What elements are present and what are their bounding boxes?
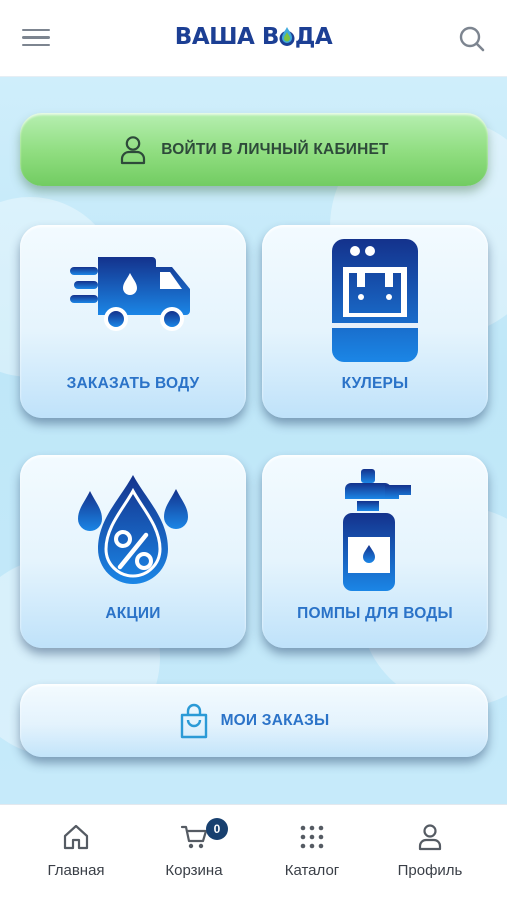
tile-order-water[interactable]: ЗАКАЗАТЬ ВОДУ <box>20 225 246 418</box>
profile-icon <box>418 824 442 851</box>
tile-coolers[interactable]: КУЛЕРЫ <box>262 225 488 418</box>
cart-count-badge: 0 <box>206 818 228 840</box>
search-icon[interactable] <box>458 25 486 53</box>
tab-profile-label: Профиль <box>397 862 463 879</box>
tile-promotions[interactable]: АКЦИИ <box>20 455 246 648</box>
logo-text-right: ДА <box>294 24 333 50</box>
tab-catalog[interactable]: Каталог <box>252 805 372 900</box>
tile-water-pumps[interactable]: ПОМПЫ ДЛЯ ВОДЫ <box>262 455 488 648</box>
delivery-truck-icon <box>70 257 190 331</box>
percent-drop-icon <box>78 475 188 584</box>
tile-coolers-label: КУЛЕРЫ <box>341 375 409 392</box>
user-icon <box>121 135 146 164</box>
login-button[interactable]: ВОЙТИ В ЛИЧНЫЙ КАБИНЕТ <box>20 113 488 186</box>
main-content: ВОЙТИ В ЛИЧНЫЙ КАБИНЕТ ЗАКАЗАТЬ ВОДУ КУЛ… <box>0 77 507 804</box>
tab-catalog-label: Каталог <box>284 862 340 879</box>
tab-home[interactable]: Главная <box>16 805 136 900</box>
cart-icon <box>180 825 208 849</box>
tile-promotions-label: АКЦИИ <box>105 605 161 622</box>
water-pump-icon <box>343 469 411 591</box>
my-orders-button[interactable]: МОИ ЗАКАЗЫ <box>20 684 488 757</box>
tab-profile[interactable]: Профиль <box>370 805 490 900</box>
water-cooler-icon <box>332 239 418 362</box>
bottom-tab-bar: Главная 0 Корзина Каталог Профиль <box>0 804 507 900</box>
home-icon <box>63 824 89 850</box>
my-orders-label: МОИ ЗАКАЗЫ <box>220 711 330 729</box>
grid-dots-icon <box>300 825 324 849</box>
tile-order-water-label: ЗАКАЗАТЬ ВОДУ <box>66 375 200 392</box>
tab-home-label: Главная <box>47 862 105 879</box>
shopping-bag-icon <box>180 703 207 738</box>
tab-cart-label: Корзина <box>165 862 223 879</box>
brand-logo: ВАША В ДА <box>0 24 507 50</box>
app-header: ВАША В ДА <box>0 0 507 77</box>
login-button-label: ВОЙТИ В ЛИЧНЫЙ КАБИНЕТ <box>161 140 389 158</box>
tile-water-pumps-label: ПОМПЫ ДЛЯ ВОДЫ <box>297 605 453 622</box>
logo-text-left: ВАША В <box>174 24 280 50</box>
tab-cart[interactable]: 0 Корзина <box>134 805 254 900</box>
logo-drop-icon <box>279 27 295 46</box>
